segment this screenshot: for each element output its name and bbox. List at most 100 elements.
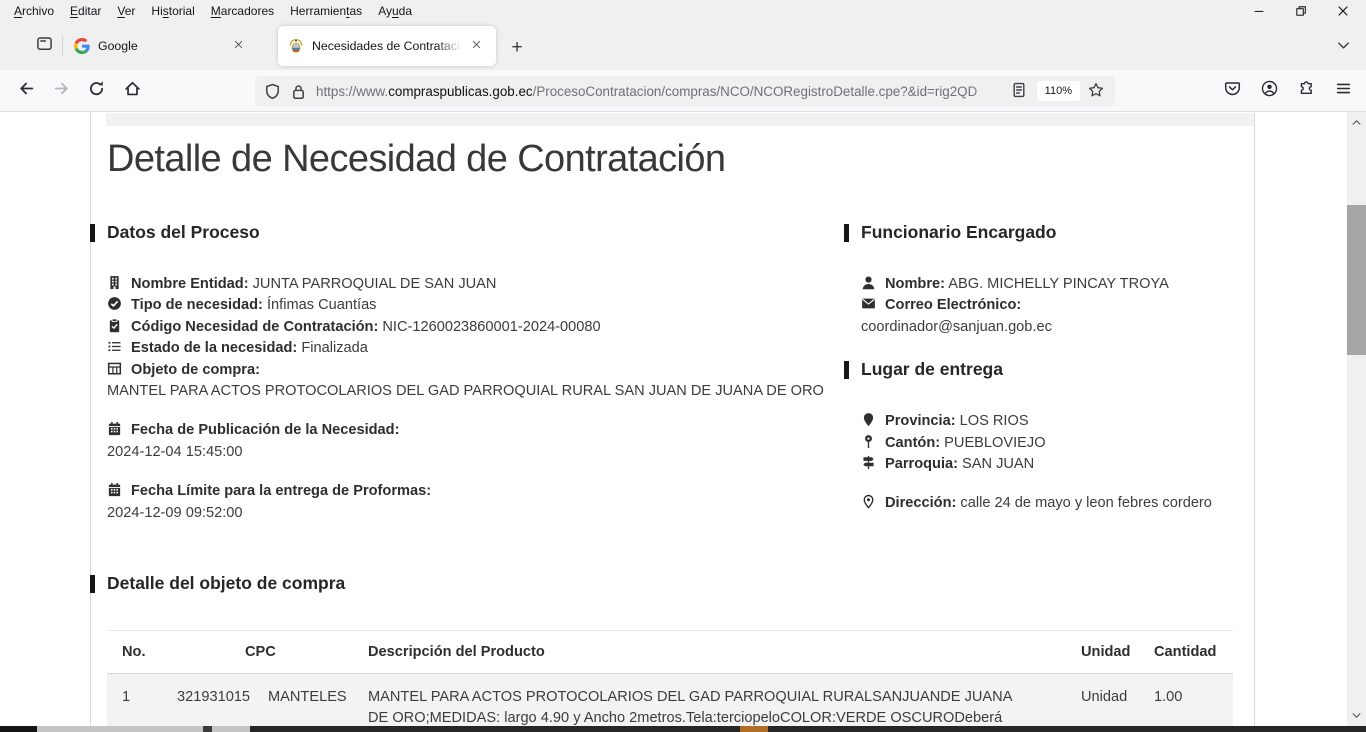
field-label: Parroquia:: [885, 456, 958, 472]
section-funcionario-encargado: Funcionario Encargado: [844, 222, 1256, 243]
field-value: JUNTA PARROQUIAL DE SAN JUAN: [249, 276, 497, 292]
table-header-row: No.CPCDescripción del ProductoUnidadCant…: [107, 631, 1233, 674]
section-title: Funcionario Encargado: [861, 222, 1056, 243]
firefox-view-button[interactable]: [30, 32, 58, 60]
field-nombre: Nombre: ABG. MICHELLY PINCAY TROYA: [861, 274, 1256, 295]
field-label: Fecha de Publicación de la Necesidad:: [131, 422, 399, 438]
field-label: Estado de la necesidad:: [131, 340, 297, 356]
restore-button[interactable]: [1280, 0, 1322, 26]
table-cell: MANTELES: [262, 674, 368, 727]
field-label: Fecha Límite para la entrega de Proforma…: [131, 483, 431, 499]
scrollbar-thumb[interactable]: [1347, 205, 1366, 355]
user-icon: [861, 275, 876, 290]
navigation-toolbar: https://www.compraspublicas.gob.ec/Proce…: [0, 70, 1366, 112]
menu-herramientas[interactable]: Herramientas: [282, 1, 370, 21]
url-text[interactable]: https://www.compraspublicas.gob.ec/Proce…: [316, 84, 1011, 99]
lock-icon[interactable]: [290, 83, 307, 100]
field-objeto-de-compra: Objeto de compra:: [107, 360, 838, 381]
url-path: /ProcesoContratacion/compras/NCO/NCORegi…: [533, 84, 978, 99]
tab-title: Necesidades de Contratación y: [312, 39, 462, 53]
calendar-icon: [107, 421, 122, 436]
tab-close-button[interactable]: [466, 36, 486, 56]
field-nombre-entidad: Nombre Entidad: JUNTA PARROQUIAL DE SAN …: [107, 274, 838, 295]
field-codigo-necesidad-de-contratacion: Código Necesidad de Contratación: NIC-12…: [107, 317, 838, 338]
bottom-strip-segment: [37, 726, 250, 732]
field-value: 2024-12-09 09:52:00: [107, 503, 838, 524]
field-direccion: Dirección: calle 24 de mayo y leon febre…: [861, 493, 1256, 514]
menu-historial[interactable]: Historial: [143, 1, 202, 21]
field-value: ABG. MICHELLY PINCAY TROYA: [945, 276, 1169, 292]
field-label: Código Necesidad de Contratación:: [131, 319, 378, 335]
scroll-up-icon[interactable]: [1347, 114, 1366, 131]
field-value: NIC-1260023860001-2024-00080: [378, 319, 600, 335]
lugar-entrega-fields: Provincia: LOS RIOSCantón: PUEBLOVIEJOPa…: [861, 411, 1256, 515]
vertical-scrollbar[interactable]: [1347, 112, 1366, 726]
bookmark-star-icon[interactable]: [1088, 82, 1106, 100]
column-header-unidad: Unidad: [1065, 631, 1140, 674]
menu-editar[interactable]: Editar: [62, 1, 109, 21]
back-button[interactable]: [10, 75, 42, 107]
map-signs-icon: [861, 455, 876, 470]
tab-separator: [62, 36, 63, 56]
field-label: Objeto de compra:: [131, 362, 260, 378]
field-label: Correo Electrónico:: [885, 297, 1021, 313]
shield-icon[interactable]: [264, 83, 281, 100]
table-cell: 1: [107, 674, 170, 727]
table-cell: 321931015: [170, 674, 262, 727]
url-bar[interactable]: https://www.compraspublicas.gob.ec/Proce…: [255, 76, 1115, 106]
firefox-view-icon: [36, 35, 53, 57]
minimize-icon: [1252, 4, 1266, 23]
new-tab-button[interactable]: +: [504, 35, 530, 61]
reader-mode-icon[interactable]: [1011, 82, 1029, 100]
table-icon: [107, 361, 122, 376]
menu-archivo[interactable]: Archivo: [6, 1, 62, 21]
field-tipo-de-necesidad: Tipo de necesidad: Ínfimas Cuantías: [107, 295, 838, 316]
tab-strip: Google Necesidades de Contratación y +: [0, 22, 1366, 70]
reload-button[interactable]: [80, 75, 112, 107]
map-marker-icon: [861, 412, 876, 427]
menu-marcadores[interactable]: Marcadores: [203, 1, 282, 21]
tab-title: Google: [98, 39, 224, 53]
home-icon: [124, 80, 141, 102]
page-title: Detalle de Necesidad de Contratación: [107, 138, 725, 181]
column-header-descripcion-del-producto: Descripción del Producto: [368, 631, 1065, 674]
minimize-button[interactable]: [1238, 0, 1280, 26]
field-canton: Cantón: PUEBLOVIEJO: [861, 433, 1256, 454]
tab-google[interactable]: Google: [64, 26, 258, 66]
menu-icon: [1335, 80, 1352, 102]
list-all-tabs-button[interactable]: [1330, 35, 1356, 61]
section-bar: [90, 575, 95, 593]
table-cell: MANTEL PARA ACTOS PROTOCOLARIOS DEL GAD …: [368, 674, 1065, 727]
tab-close-button[interactable]: [228, 36, 248, 56]
field-value: LOS RIOS: [956, 413, 1029, 429]
field-fecha-de-publicacion-de-la-necesidad: Fecha de Publicación de la Necesidad:: [107, 420, 838, 441]
pocket-button[interactable]: [1217, 75, 1247, 107]
menu-ayuda[interactable]: Ayuda: [370, 1, 420, 21]
tab-necesidades-contratacion[interactable]: Necesidades de Contratación y: [278, 26, 496, 66]
scroll-down-icon[interactable]: [1347, 707, 1366, 724]
extensions-button[interactable]: [1291, 75, 1321, 107]
field-value: SAN JUAN: [958, 456, 1034, 472]
window-controls: [1238, 0, 1364, 26]
home-button[interactable]: [116, 75, 148, 107]
field-value: calle 24 de mayo y leon febres cordero: [956, 495, 1212, 511]
section-lugar-entrega: Lugar de entrega: [844, 359, 1256, 380]
column-header-cantidad: Cantidad: [1140, 631, 1233, 674]
menu-button[interactable]: [1328, 75, 1358, 107]
close-icon: [1336, 4, 1350, 23]
field-fecha-limite-para-la-entrega-de-proformas: Fecha Límite para la entrega de Proforma…: [107, 481, 838, 502]
check-circle-icon: [107, 296, 122, 311]
column-header-cpc: CPC: [170, 631, 368, 674]
zoom-level-badge[interactable]: 110%: [1037, 81, 1080, 101]
bottom-strip-segment: [203, 726, 212, 732]
menu-ver[interactable]: Ver: [109, 1, 143, 21]
forward-button[interactable]: [45, 75, 77, 107]
field-estado-de-la-necesidad: Estado de la necesidad: Finalizada: [107, 338, 838, 359]
close-icon: [233, 39, 244, 53]
close-window-button[interactable]: [1322, 0, 1364, 26]
restore-icon: [1294, 4, 1308, 23]
field-label: Tipo de necesidad:: [131, 297, 263, 313]
section-title: Detalle del objeto de compra: [107, 573, 345, 594]
account-button[interactable]: [1254, 75, 1284, 107]
section-bar: [844, 224, 849, 242]
